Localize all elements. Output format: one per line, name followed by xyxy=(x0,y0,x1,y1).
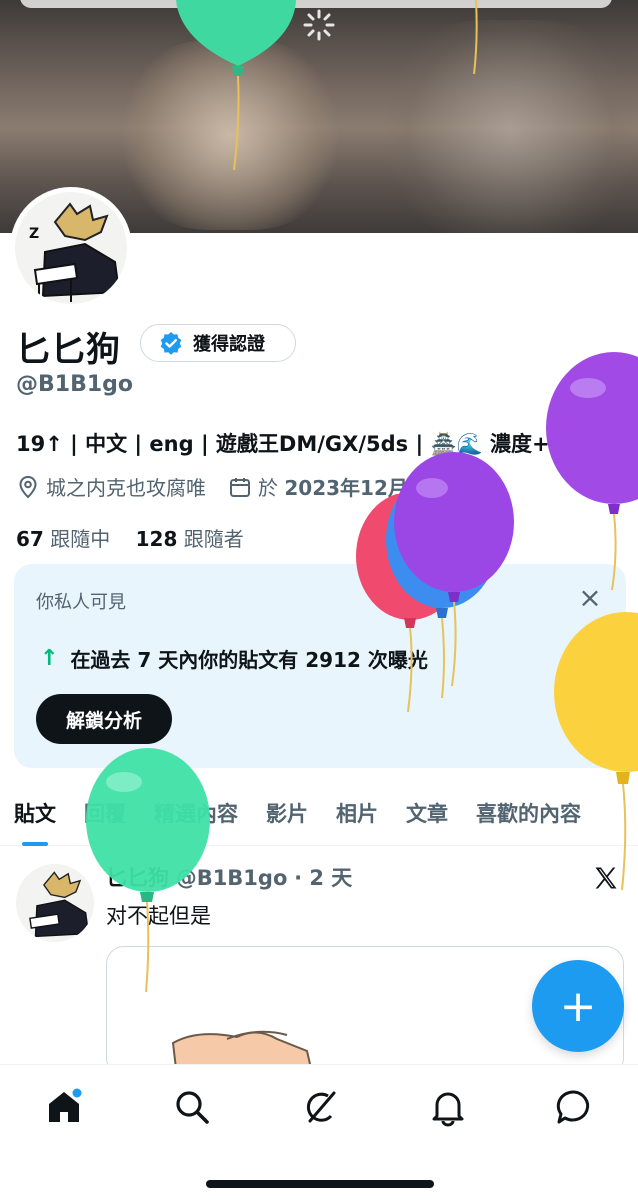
following-label: 跟隨中 xyxy=(50,527,111,551)
tab-photos[interactable]: 相片 xyxy=(322,780,392,846)
profile-bio: 19↑ | 中文 | eng | 遊戲王DM/GX/5ds | 🏯🌊 濃度+ xyxy=(16,432,550,456)
arrow-up-icon: ↑ xyxy=(40,646,59,671)
private-label: 你私人可見 xyxy=(36,592,126,613)
joined-suffix: 加入 xyxy=(407,476,448,500)
impressions-stat: ↑ 在過去 7 天內你的貼文有 2912 次曝光 xyxy=(40,644,428,673)
profile-tabs: 貼文 回覆 精選內容 影片 相片 文章 喜歡的內容 xyxy=(0,780,638,846)
grok-icon[interactable] xyxy=(300,1087,340,1127)
followers-link[interactable]: 128 跟隨者 xyxy=(136,527,244,551)
profile-name: 匕匕狗 xyxy=(16,330,121,370)
home-icon[interactable] xyxy=(44,1087,84,1127)
home-indicator xyxy=(206,1180,434,1188)
avatar-illustration-small xyxy=(29,871,90,938)
close-icon[interactable]: × xyxy=(576,584,604,612)
post-author[interactable]: 匕匕狗 xyxy=(106,866,169,890)
follow-stats: 67 跟隨中 128 跟隨者 xyxy=(16,523,244,552)
verified-badge-icon xyxy=(160,332,182,355)
post-handle: @B1B1go xyxy=(175,866,288,890)
impressions-text: 在過去 7 天內你的貼文有 2912 次曝光 xyxy=(70,648,428,672)
chevron-right-icon: › xyxy=(447,474,463,499)
following-count: 67 xyxy=(16,527,44,551)
followers-count: 128 xyxy=(135,527,178,551)
x-logo-icon xyxy=(595,867,617,889)
profile-location: 城之内克也攻腐唯 xyxy=(46,476,206,500)
post-header: 匕匕狗 @B1B1go · 2 天 xyxy=(106,862,352,892)
joined-date: 2023年12月 xyxy=(284,476,408,500)
avatar-illustration: Z xyxy=(29,202,121,302)
messages-icon[interactable] xyxy=(554,1087,594,1127)
post-text: 对不起但是 xyxy=(106,904,211,928)
joined-prefix: 於 xyxy=(258,476,278,500)
tab-highlights[interactable]: 精選內容 xyxy=(140,780,252,846)
top-status-pill xyxy=(20,0,612,8)
post-time: · 2 天 xyxy=(294,866,353,890)
private-analytics-card: 你私人可見 × ↑ 在過去 7 天內你的貼文有 2912 次曝光 解鎖分析 xyxy=(14,564,626,768)
get-verified-button[interactable]: 獲得認證 xyxy=(140,324,296,362)
get-verified-label: 獲得認證 xyxy=(193,334,265,355)
tab-posts[interactable]: 貼文 xyxy=(0,780,70,846)
tab-articles[interactable]: 文章 xyxy=(392,780,462,846)
bell-icon[interactable] xyxy=(428,1087,468,1127)
followers-label: 跟隨者 xyxy=(183,527,244,551)
tab-videos[interactable]: 影片 xyxy=(252,780,322,846)
post-avatar[interactable] xyxy=(16,864,94,942)
unlock-analytics-button[interactable]: 解鎖分析 xyxy=(36,694,172,744)
profile-meta: 城之内克也攻腐唯 於 2023年12月 加入 › xyxy=(16,472,462,501)
compose-post-button[interactable]: + xyxy=(532,960,624,1052)
balloon-purple-right xyxy=(546,352,638,591)
following-link[interactable]: 67 跟隨中 xyxy=(16,527,110,551)
location-icon xyxy=(19,475,37,498)
svg-text:Z: Z xyxy=(29,226,39,242)
search-icon[interactable] xyxy=(172,1087,212,1127)
loading-spinner-icon xyxy=(303,9,335,41)
tab-replies[interactable]: 回覆 xyxy=(70,780,140,846)
profile-avatar[interactable]: Z xyxy=(10,187,132,309)
tab-likes[interactable]: 喜歡的內容 xyxy=(462,780,595,846)
profile-handle: @B1B1go xyxy=(16,372,134,397)
calendar-icon xyxy=(230,477,250,497)
